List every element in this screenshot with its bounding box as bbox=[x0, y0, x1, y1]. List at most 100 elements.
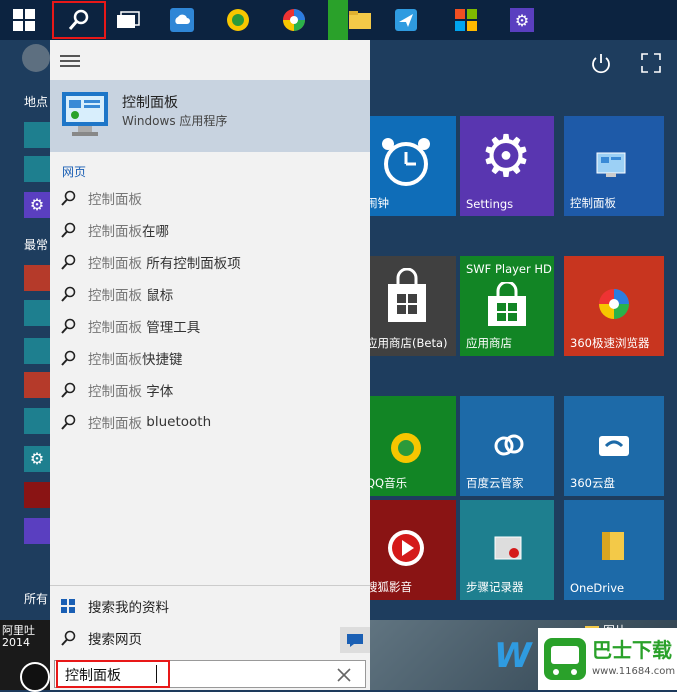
tile-header: SWF Player HD bbox=[466, 262, 552, 276]
folder-icon bbox=[349, 11, 371, 29]
qq-app-icon[interactable] bbox=[24, 372, 50, 398]
suggestion-bold: 控制面板 bbox=[88, 288, 142, 304]
suggestion-bold: 控制面板 bbox=[88, 320, 142, 336]
user-avatar[interactable] bbox=[22, 44, 50, 72]
alarm-tile[interactable]: 闹钟 bbox=[366, 116, 456, 216]
sohu-video-tile[interactable]: 搜狐影音 bbox=[366, 500, 456, 600]
task-view-icon bbox=[117, 11, 140, 28]
panel-divider bbox=[50, 585, 370, 586]
top-result-control-panel[interactable]: 控制面板 Windows 应用程序 bbox=[50, 80, 370, 152]
search-taskbar-button[interactable] bbox=[52, 1, 106, 39]
search-icon bbox=[61, 382, 76, 398]
gear-icon: ⚙ bbox=[510, 8, 534, 32]
top-result-subtitle: Windows 应用程序 bbox=[122, 114, 228, 128]
suggestion-item[interactable]: 控制面板 鼠标 bbox=[60, 283, 173, 305]
file-explorer-taskbar[interactable] bbox=[340, 4, 380, 36]
suggestion-item[interactable]: 控制面板 字体 bbox=[60, 379, 173, 401]
store-taskbar[interactable] bbox=[446, 4, 486, 36]
win10-logo-letter: W bbox=[494, 636, 532, 676]
suggestion-bold: 控制面板 bbox=[88, 352, 142, 368]
places-label: 地点 bbox=[24, 95, 49, 109]
suggestion-rest: 字体 bbox=[142, 384, 174, 400]
baidu-cloud-taskbar[interactable] bbox=[162, 4, 202, 36]
suggestion-item[interactable]: 控制面板 在哪 bbox=[60, 219, 169, 241]
most-used-settings-icon[interactable]: ⚙ bbox=[24, 446, 50, 472]
search-web-button[interactable]: 搜索网页 bbox=[60, 627, 142, 649]
browser-icon bbox=[283, 9, 305, 31]
suggestion-rest: 快捷键 bbox=[142, 352, 183, 368]
alarm-clock-icon bbox=[382, 138, 430, 186]
suggestion-item[interactable]: 控制面板 bbox=[60, 187, 142, 209]
taskbar: ⚙ bbox=[0, 0, 677, 40]
feedback-button[interactable] bbox=[340, 627, 370, 653]
tile-label: 百度云管家 bbox=[466, 476, 524, 490]
suggestion-item[interactable]: 控制面板 所有控制面板项 bbox=[60, 251, 241, 273]
settings-place-icon[interactable]: ⚙ bbox=[24, 192, 50, 218]
control-panel-tile[interactable]: 控制面板 bbox=[564, 116, 664, 216]
text-caret bbox=[156, 665, 157, 683]
watermark-title: 巴士下载 bbox=[592, 638, 672, 662]
suggestion-item[interactable]: 控制面板 管理工具 bbox=[60, 315, 200, 337]
onedrive-tile[interactable]: OneDrive bbox=[564, 500, 664, 600]
suggestion-bold: 控制面板 bbox=[88, 224, 142, 240]
tile-label: OneDrive bbox=[570, 581, 625, 595]
most-used-search-icon[interactable] bbox=[24, 518, 50, 544]
most-used-app-5-icon[interactable] bbox=[24, 408, 50, 434]
watermark-panel: 巴士下载 www.11684.com bbox=[538, 628, 677, 690]
360-browser-tile[interactable]: 360极速浏览器 bbox=[564, 256, 664, 356]
qqmusic-tile[interactable]: QQ音乐 bbox=[366, 396, 456, 496]
documents-place-icon[interactable] bbox=[24, 156, 50, 182]
settings-tile[interactable]: ⚙ Settings bbox=[460, 116, 554, 216]
bus-logo-icon bbox=[544, 638, 586, 680]
suggestion-item[interactable]: 控制面板 快捷键 bbox=[60, 347, 183, 369]
tile-label: 360云盘 bbox=[570, 476, 615, 490]
suggestion-bold: 控制面板 bbox=[88, 416, 142, 432]
most-used-label: 最常 bbox=[24, 238, 49, 252]
store-icon bbox=[455, 9, 477, 31]
hamburger-menu-icon[interactable] bbox=[60, 54, 80, 68]
top-result-title: 控制面板 bbox=[122, 95, 178, 111]
music-icon bbox=[391, 433, 421, 463]
baidu-cloud-tile[interactable]: 百度云管家 bbox=[460, 396, 554, 496]
most-used-app-7-icon[interactable] bbox=[24, 482, 50, 508]
tile-label: 360极速浏览器 bbox=[570, 336, 650, 350]
settings-taskbar[interactable]: ⚙ bbox=[502, 4, 542, 36]
browser-taskbar[interactable] bbox=[274, 4, 314, 36]
bird-app-taskbar[interactable] bbox=[386, 4, 426, 36]
tile-label: 控制面板 bbox=[570, 196, 616, 210]
search-icon bbox=[61, 286, 76, 302]
most-used-app-2-icon[interactable] bbox=[24, 300, 50, 326]
task-view-button[interactable] bbox=[108, 4, 148, 36]
tile-label: QQ音乐 bbox=[366, 476, 408, 490]
suggestion-item[interactable]: 控制面板 bluetooth bbox=[60, 411, 211, 433]
search-icon bbox=[61, 190, 76, 206]
store-beta-tile[interactable]: 应用商店(Beta) bbox=[366, 256, 456, 356]
360-cloud-tile[interactable]: 360云盘 bbox=[564, 396, 664, 496]
music-icon bbox=[227, 9, 249, 31]
steps-recorder-tile[interactable]: 步骤记录器 bbox=[460, 500, 554, 600]
shopping-bag-icon bbox=[488, 282, 526, 326]
file-explorer-place-icon[interactable] bbox=[24, 122, 50, 148]
search-icon bbox=[61, 630, 76, 646]
most-used-app-3-icon[interactable] bbox=[24, 338, 50, 364]
suggestion-rest: 管理工具 bbox=[142, 320, 201, 336]
suggestion-rest: 鼠标 bbox=[142, 288, 174, 304]
qq-penguin-icon[interactable] bbox=[20, 662, 50, 692]
windows-start-button[interactable] bbox=[4, 4, 44, 36]
cloud-icon bbox=[170, 8, 194, 32]
search-my-stuff-button[interactable]: 搜索我的资料 bbox=[60, 595, 169, 617]
shopping-bag-icon bbox=[388, 268, 426, 322]
power-icon[interactable] bbox=[590, 52, 612, 74]
expand-icon[interactable] bbox=[640, 52, 662, 74]
search-input-box[interactable]: 控制面板 bbox=[54, 660, 366, 688]
search-web-label: 搜索网页 bbox=[88, 632, 142, 648]
clear-icon[interactable] bbox=[337, 668, 351, 682]
store-tile[interactable]: SWF Player HD 应用商店 bbox=[460, 256, 554, 356]
most-used-app-1-icon[interactable] bbox=[24, 265, 50, 291]
gear-icon: ⚙ bbox=[480, 122, 532, 190]
cloud-drive-icon bbox=[599, 436, 629, 456]
search-input[interactable]: 控制面板 bbox=[65, 665, 121, 685]
search-icon bbox=[61, 350, 76, 366]
suggestion-rest: 所有控制面板项 bbox=[142, 256, 241, 272]
qqmusic-taskbar[interactable] bbox=[218, 4, 258, 36]
